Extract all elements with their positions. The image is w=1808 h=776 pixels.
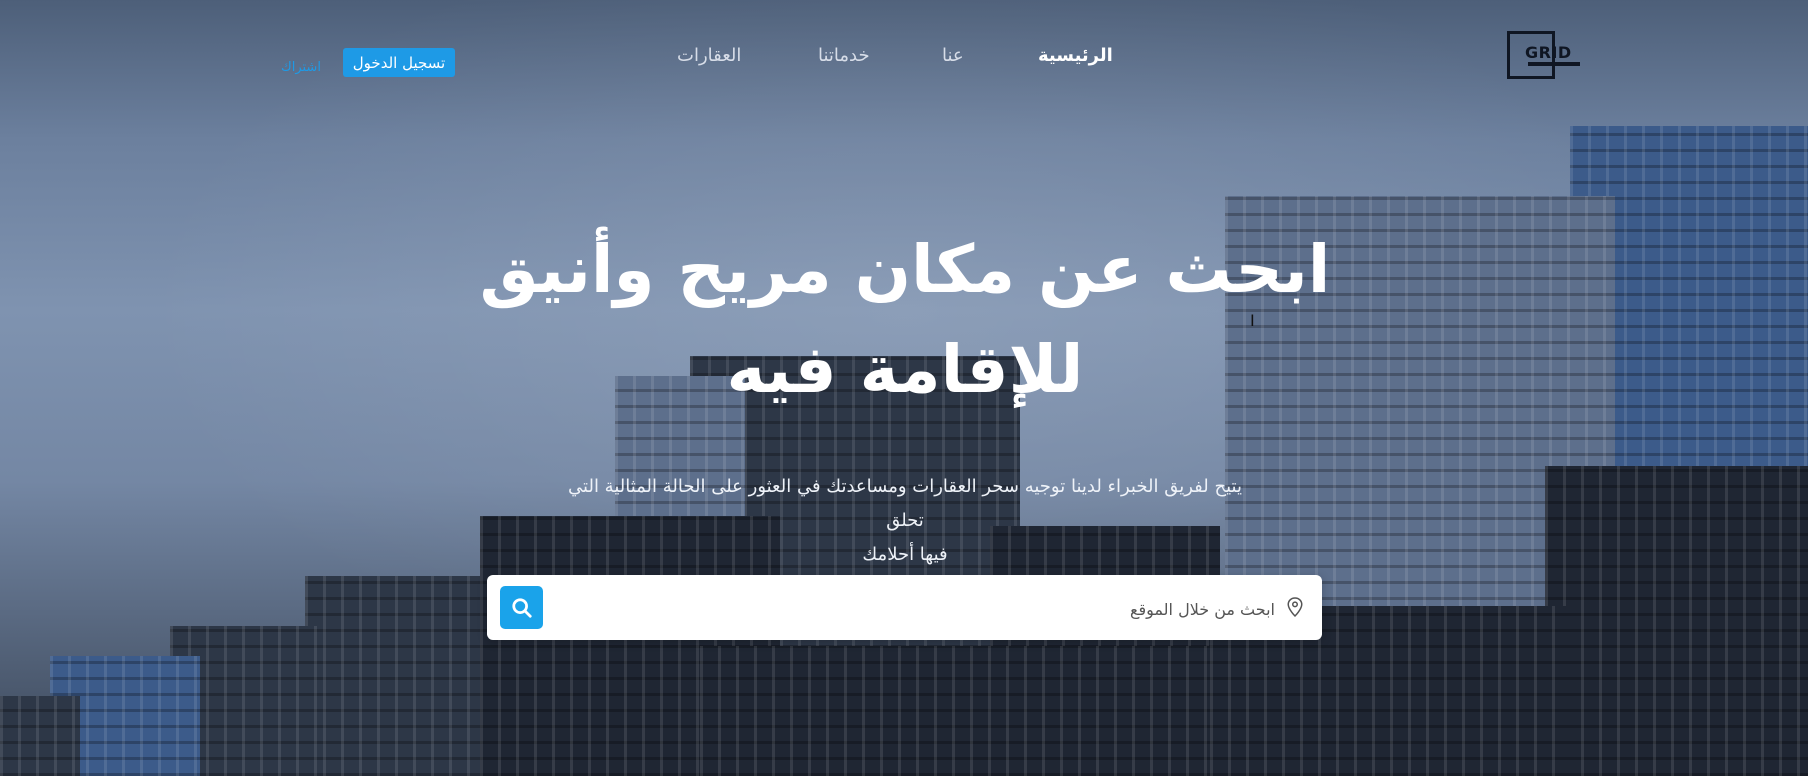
- hero-headline-line1: ابحث عن مكان مريح وأنيق: [479, 231, 1331, 308]
- search-button[interactable]: [500, 586, 543, 629]
- nav-home[interactable]: الرئيسية: [1038, 45, 1113, 66]
- search-input[interactable]: [673, 593, 1277, 625]
- hero-subtext-line1: يتيح لفريق الخبراء لدينا توجيه سحر العقا…: [568, 476, 1242, 531]
- hero-subtext-line2: فيها أحلامك: [862, 544, 948, 565]
- register-link[interactable]: اشتراك: [281, 60, 321, 75]
- location-pin-icon: [1287, 597, 1303, 618]
- hero-subtext: يتيح لفريق الخبراء لدينا توجيه سحر العقا…: [560, 470, 1250, 572]
- login-button-label: تسجيل الدخول: [352, 53, 446, 72]
- hero-headline: ابحث عن مكان مريح وأنيق للإقامة فيه: [440, 220, 1370, 420]
- logo-text: GRID: [1525, 43, 1572, 62]
- nav-properties[interactable]: العقارات: [677, 45, 741, 66]
- text-cursor-icon: I: [1250, 311, 1255, 330]
- login-button[interactable]: تسجيل الدخول: [343, 48, 455, 77]
- nav-services[interactable]: خدماتنا: [818, 45, 870, 66]
- hero-headline-line2: للإقامة فيه: [726, 331, 1084, 408]
- search-icon: [511, 597, 532, 618]
- nav-about[interactable]: عنا: [942, 45, 964, 66]
- search-bar: [487, 575, 1322, 640]
- logo-underline: [1528, 62, 1580, 66]
